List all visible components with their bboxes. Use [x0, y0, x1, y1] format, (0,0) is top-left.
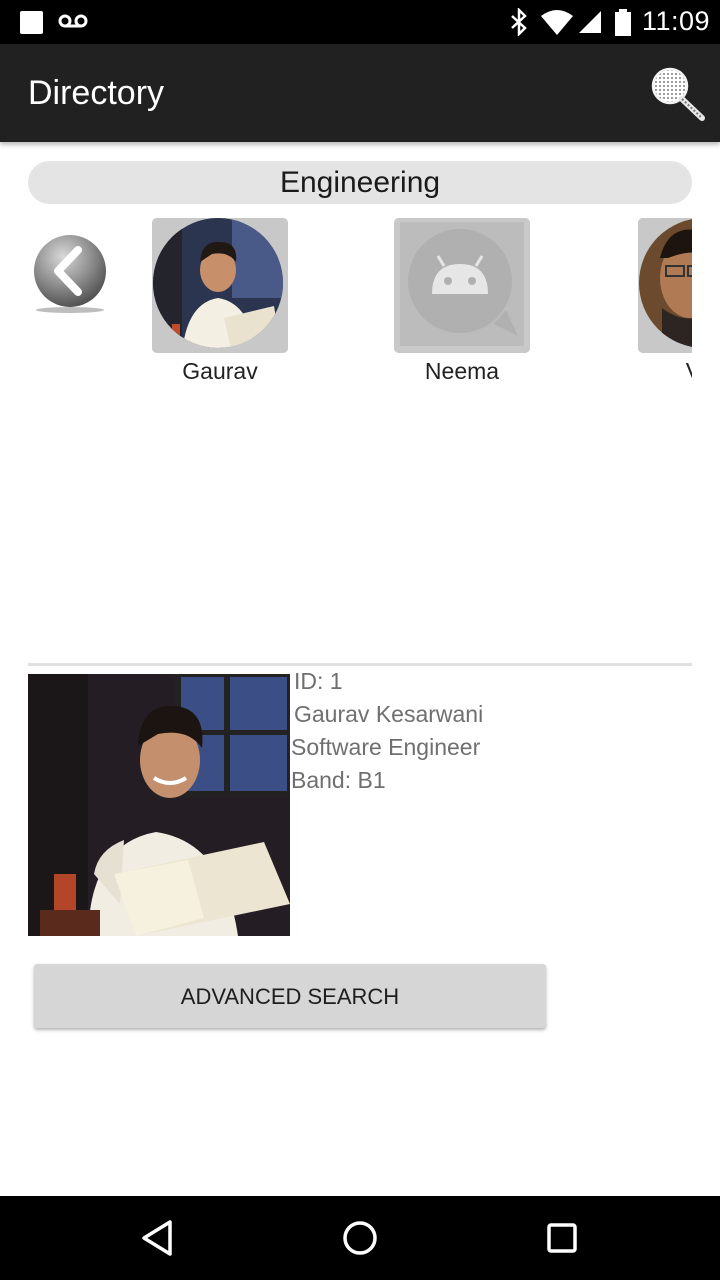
- member-avatar-frame: [638, 218, 692, 353]
- directory-screen: 11:09 Directory Engineering Gaurav Neema…: [0, 0, 720, 1280]
- battery-icon: [615, 9, 631, 36]
- search-magnifier-icon[interactable]: [646, 64, 706, 124]
- department-selector[interactable]: Engineering: [28, 161, 692, 204]
- member-avatar-frame: [152, 218, 288, 353]
- app-title: Directory: [28, 74, 165, 112]
- section-divider: [28, 663, 692, 666]
- back-triangle-icon[interactable]: [136, 1216, 180, 1260]
- detail-photo-image: [28, 674, 290, 936]
- advanced-search-button[interactable]: ADVANCED SEARCH: [34, 964, 546, 1028]
- detail-photo: [28, 674, 290, 936]
- carousel-overflow-clip: Vire: [620, 218, 692, 390]
- notification-square-icon: [20, 11, 43, 34]
- cell-signal-icon: [579, 11, 601, 33]
- status-clock: 11:09: [642, 6, 711, 36]
- member-avatar-photo: [152, 218, 288, 353]
- member-card-neema[interactable]: Neema: [392, 218, 532, 388]
- system-nav-bar: [0, 1196, 720, 1280]
- member-avatar-photo: [638, 218, 692, 353]
- employee-full-name: Gaurav Kesarwani: [294, 701, 484, 727]
- app-bar: Directory: [0, 44, 720, 142]
- chevron-left-icon[interactable]: [30, 234, 110, 314]
- recents-square-icon[interactable]: [540, 1216, 584, 1260]
- member-card-vire[interactable]: Vire: [636, 218, 692, 388]
- member-avatar-frame: [394, 218, 530, 353]
- home-circle-icon[interactable]: [338, 1216, 382, 1260]
- member-name: Vire: [636, 358, 692, 385]
- wifi-icon: [541, 10, 573, 35]
- voicemail-icon: [58, 14, 88, 28]
- member-name: Neema: [424, 358, 500, 384]
- employee-id: ID: 1: [294, 668, 343, 694]
- status-bar: 11:09: [0, 0, 720, 44]
- member-name: Gaurav: [182, 358, 258, 384]
- android-placeholder-icon: [394, 218, 530, 353]
- employee-band: Band: B1: [291, 767, 386, 793]
- employee-title: Software Engineer: [291, 734, 481, 760]
- bluetooth-icon: [511, 8, 527, 36]
- member-card-gaurav[interactable]: Gaurav: [150, 218, 290, 388]
